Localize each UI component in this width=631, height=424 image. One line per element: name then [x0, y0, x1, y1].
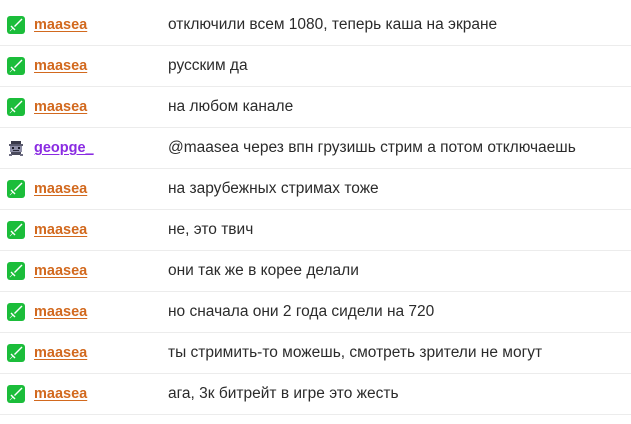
chat-message: maasea отключили всем 1080, теперь каша …: [0, 5, 631, 46]
sword-badge-icon: [7, 344, 25, 362]
sword-badge-icon: [7, 221, 25, 239]
chat-message-text: они так же в корее делали: [168, 262, 359, 279]
chat-message-text: не, это твич: [168, 221, 254, 238]
sword-badge-icon: [7, 180, 25, 198]
chat-message: maasea на зарубежных стримах тоже: [0, 169, 631, 210]
chat-message: maasea ты стримить-то можешь, смотреть з…: [0, 333, 631, 374]
sword-badge-icon: [7, 262, 25, 280]
chat-username[interactable]: maasea: [34, 386, 87, 402]
chat-username[interactable]: geopge_: [34, 140, 94, 156]
sword-badge-icon: [7, 303, 25, 321]
chat-message: geopge_ @maasea через впн грузишь стрим …: [0, 128, 631, 169]
chat-message: maasea русским да: [0, 46, 631, 87]
pixel-avatar-icon: [7, 139, 25, 157]
chat-username[interactable]: maasea: [34, 17, 87, 33]
chat-username[interactable]: maasea: [34, 181, 87, 197]
chat-message: maasea они так же в корее делали: [0, 251, 631, 292]
chat-username[interactable]: maasea: [34, 222, 87, 238]
sword-badge-icon: [7, 16, 25, 34]
chat-message: maasea на любом канале: [0, 87, 631, 128]
chat-message-text: на зарубежных стримах тоже: [168, 180, 379, 197]
sword-badge-icon: [7, 385, 25, 403]
chat-message-text: ага, 3к битрейт в игре это жесть: [168, 385, 399, 402]
chat-message-text: русским да: [168, 57, 248, 74]
chat-message: maasea ага, 3к битрейт в игре это жесть: [0, 374, 631, 415]
chat-username[interactable]: maasea: [34, 345, 87, 361]
chat-username[interactable]: maasea: [34, 263, 87, 279]
sword-badge-icon: [7, 98, 25, 116]
chat-message-text: но сначала они 2 года сидели на 720: [168, 303, 435, 320]
chat-message-text: ты стримить-то можешь, смотреть зрители …: [168, 344, 543, 361]
chat-message: maasea но сначала они 2 года сидели на 7…: [0, 292, 631, 333]
sword-badge-icon: [7, 57, 25, 75]
chat-message-text: отключили всем 1080, теперь каша на экра…: [168, 16, 498, 33]
chat-message-text: на любом канале: [168, 98, 294, 115]
chat-username[interactable]: maasea: [34, 304, 87, 320]
chat-message-text: @maasea через впн грузишь стрим а потом …: [168, 139, 576, 156]
chat-message: maasea не, это твич: [0, 210, 631, 251]
chat-username[interactable]: maasea: [34, 99, 87, 115]
chat-username[interactable]: maasea: [34, 58, 87, 74]
